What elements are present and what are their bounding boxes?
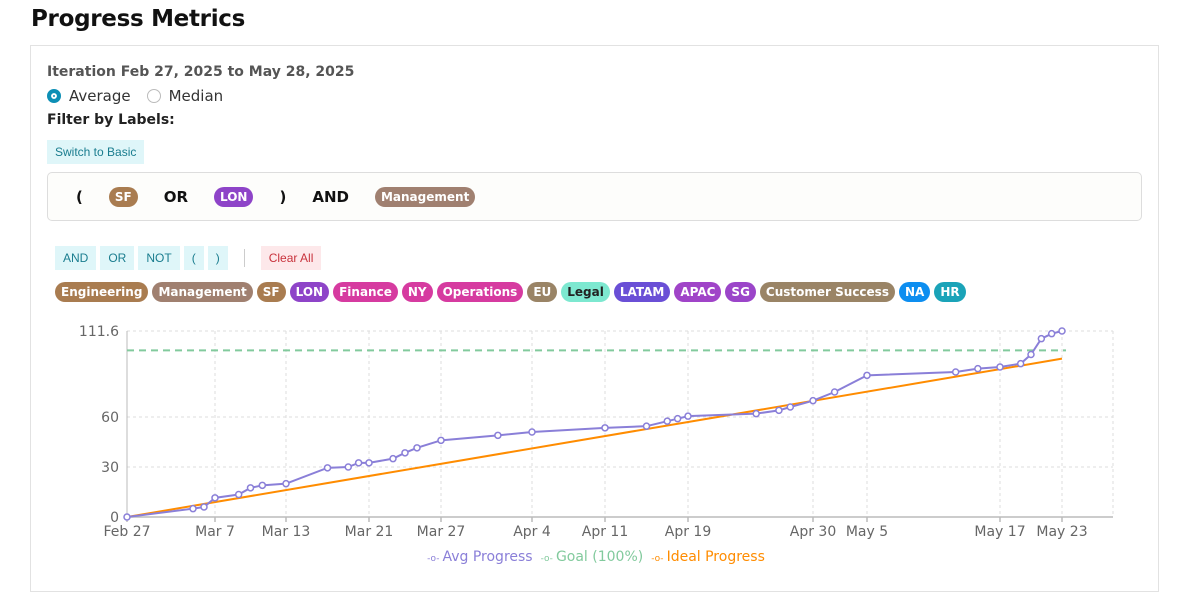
avg-progress-point	[234, 490, 243, 499]
avg-progress-point	[951, 368, 960, 376]
avg-progress-point	[673, 414, 682, 423]
legend-label: Ideal Progress	[666, 549, 765, 565]
ideal-progress-line	[126, 357, 1063, 518]
avg-progress-point	[189, 504, 197, 513]
legend-marker-icon: -o-	[540, 554, 553, 564]
avg-progress-point	[354, 459, 363, 467]
avg-progress-line	[126, 330, 1063, 518]
x-tick-label: Mar 7	[195, 524, 235, 540]
x-tick-label: May 23	[1036, 524, 1087, 540]
avg-progress-point	[389, 454, 397, 463]
avg-progress-point	[1058, 327, 1066, 335]
avg-progress-point	[642, 422, 651, 430]
x-tick-label: Mar 21	[345, 524, 394, 540]
legend-label: Avg Progress	[442, 549, 533, 565]
avg-progress-point	[200, 503, 208, 511]
avg-progress-point	[211, 494, 219, 502]
avg-progress-point	[123, 513, 131, 521]
chart-legend: -o- Avg Progress -o- Goal (100%) -o- Ideal Pr…	[0, 549, 1192, 565]
x-tick-label: Apr 19	[665, 524, 711, 540]
avg-progress-point	[344, 463, 352, 471]
avg-progress-point	[830, 388, 839, 396]
avg-progress-point	[601, 424, 609, 432]
x-tick-label: Apr 11	[582, 524, 628, 540]
progress-chart: Feb 27 Mar 7 Mar 13 Mar 21 Mar 27 Apr 4 Apr 11…	[79, 324, 1114, 540]
avg-progress-point	[786, 403, 795, 411]
legend-label: Goal (100%)	[555, 549, 644, 565]
avg-progress-point	[323, 464, 332, 472]
x-tick-label: Apr 30	[790, 524, 836, 540]
avg-progress-point	[1047, 329, 1056, 338]
avg-progress-point	[974, 364, 982, 373]
avg-progress-point	[246, 484, 255, 492]
avg-progress-point	[282, 479, 290, 488]
x-tick-label: May 5	[846, 524, 888, 540]
avg-progress-point	[413, 444, 421, 452]
avg-progress-point	[1037, 334, 1046, 343]
avg-progress-point	[528, 428, 536, 436]
avg-progress-point	[996, 363, 1004, 371]
avg-progress-point	[365, 459, 373, 467]
legend-item[interactable]: -o- Avg Progress	[427, 549, 532, 565]
x-tick-label: Apr 4	[513, 524, 551, 540]
legend-item[interactable]: -o- Goal (100%)	[541, 549, 644, 565]
avg-progress-point	[752, 409, 760, 418]
y-tick-label: 30	[101, 460, 119, 476]
avg-progress-point	[1027, 350, 1035, 359]
avg-progress-point	[258, 481, 267, 490]
avg-progress-point	[684, 412, 692, 420]
x-tick-label: Feb 27	[103, 524, 150, 540]
x-tick-label: Mar 27	[417, 524, 466, 540]
y-tick-label: 60	[101, 410, 119, 426]
avg-progress-point	[809, 396, 817, 405]
y-tick-label: 111.6	[79, 324, 119, 340]
avg-progress-point	[437, 436, 445, 445]
avg-progress-point	[494, 431, 502, 440]
legend-item[interactable]: -o- Ideal Progress	[651, 549, 765, 565]
x-tick-label: Mar 13	[262, 524, 311, 540]
y-tick-label: 0	[110, 510, 119, 526]
avg-progress-point	[401, 449, 409, 457]
avg-progress-point	[1016, 359, 1025, 368]
avg-progress-point	[775, 406, 783, 415]
legend-marker-icon: -o-	[427, 554, 440, 564]
x-tick-label: May 17	[974, 524, 1025, 540]
legend-marker-icon: -o-	[651, 554, 664, 564]
avg-progress-point	[663, 417, 671, 425]
avg-progress-point	[863, 371, 871, 380]
